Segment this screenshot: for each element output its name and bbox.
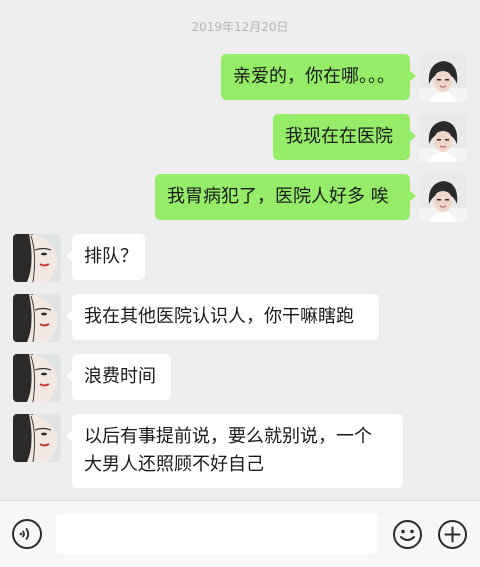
sent-message-bubble[interactable]: 我胃病犯了，医院人好多 唉 bbox=[155, 174, 416, 220]
received-message-bubble[interactable]: 我在其他医院认识人，你干嘛瞎跑 bbox=[66, 294, 379, 340]
message-row: 我现在在医院 bbox=[0, 114, 480, 162]
received-message-bubble[interactable]: 以后有事提前说，要么就别说，一个 大男人还照顾不好自己 bbox=[66, 414, 403, 488]
message-row: 我在其他医院认识人，你干嘛瞎跑 bbox=[0, 294, 480, 342]
user-avatar-icon[interactable] bbox=[419, 54, 467, 102]
message-input[interactable] bbox=[56, 514, 378, 554]
contact-avatar-icon[interactable] bbox=[13, 414, 61, 462]
message-row: 排队？ bbox=[0, 234, 480, 282]
plus-icon[interactable] bbox=[437, 519, 468, 550]
contact-avatar-icon[interactable] bbox=[13, 234, 61, 282]
voice-icon[interactable] bbox=[12, 519, 42, 549]
contact-avatar-icon[interactable] bbox=[13, 294, 61, 342]
chat-window: 2019年12月20日 亲爱的，你在哪。。。 我现在在医院 我胃病犯了，医院人好… bbox=[0, 0, 480, 567]
message-text: 亲爱的，你在哪。。。 bbox=[233, 66, 395, 87]
message-text-line: 以后有事提前说，要么就别说，一个 bbox=[84, 426, 372, 447]
message-text: 我现在在医院 bbox=[285, 126, 393, 147]
sent-message-bubble[interactable]: 我现在在医院 bbox=[273, 114, 416, 160]
contact-avatar-icon[interactable] bbox=[13, 354, 61, 402]
received-message-bubble[interactable]: 排队？ bbox=[66, 234, 145, 280]
message-timestamp: 2019年12月20日 bbox=[191, 20, 289, 34]
message-row: 亲爱的，你在哪。。。 bbox=[0, 54, 480, 102]
message-row: 我胃病犯了，医院人好多 唉 bbox=[0, 174, 480, 222]
user-avatar-icon[interactable] bbox=[419, 114, 467, 162]
message-text: 排队？ bbox=[84, 246, 138, 267]
message-text: 我在其他医院认识人，你干嘛瞎跑 bbox=[84, 306, 354, 327]
user-avatar-icon[interactable] bbox=[419, 174, 467, 222]
chat-input-bar bbox=[0, 500, 480, 567]
message-text: 我胃病犯了，医院人好多 唉 bbox=[167, 186, 389, 207]
sent-message-bubble[interactable]: 亲爱的，你在哪。。。 bbox=[221, 54, 416, 100]
message-row: 浪费时间 bbox=[0, 354, 480, 402]
message-text-line: 大男人还照顾不好自己 bbox=[84, 454, 264, 475]
message-text: 浪费时间 bbox=[84, 366, 156, 387]
emoji-icon[interactable] bbox=[392, 519, 423, 550]
message-row: 以后有事提前说，要么就别说，一个 大男人还照顾不好自己 bbox=[0, 414, 480, 490]
received-message-bubble[interactable]: 浪费时间 bbox=[66, 354, 171, 400]
